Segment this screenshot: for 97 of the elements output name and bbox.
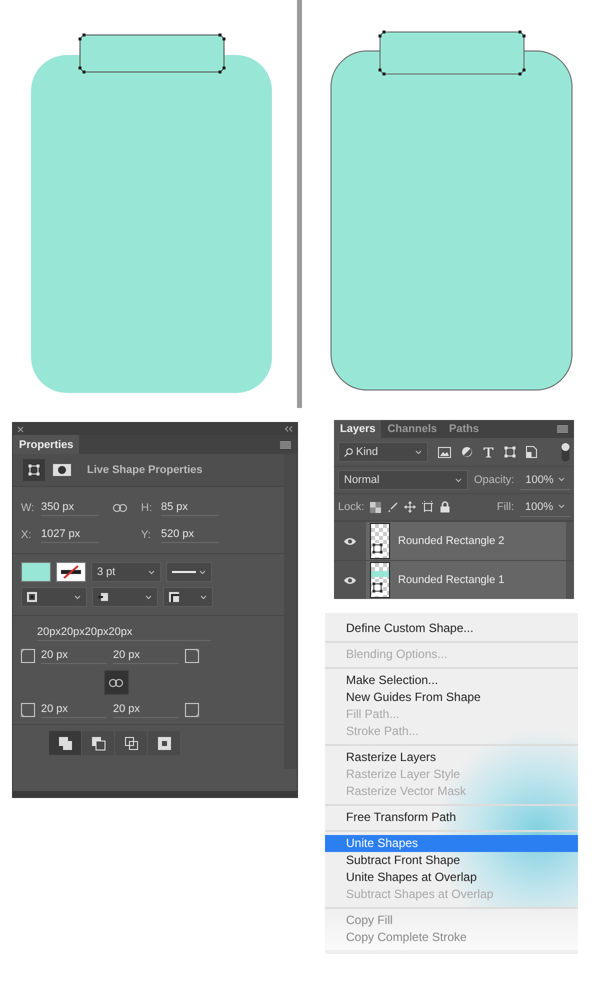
link-corners-button[interactable] [104,670,128,695]
move-icon [404,501,416,513]
stroke-swatch[interactable] [56,562,86,582]
menu-item[interactable]: Unite Shapes at Overlap [325,869,578,886]
menu-item[interactable]: Rasterize Layers [325,749,578,766]
link-icon [113,504,127,512]
panel-tab[interactable]: Paths [443,420,485,438]
scrollbar[interactable] [284,454,297,769]
path-operation-button[interactable] [49,731,82,755]
path-operation-button[interactable] [148,731,181,755]
chevron-down-icon [558,504,565,509]
panel-tab[interactable]: Layers [334,420,382,438]
layer-name: Rounded Rectangle 1 [398,574,504,586]
corner-summary-field[interactable]: 20px20px20px20px [37,624,211,641]
path-operation-icon [58,736,72,750]
input-field[interactable]: 1027 px [41,526,99,543]
shape-bounds-icon [504,446,516,458]
eye-icon [343,536,357,546]
input-field[interactable]: 20 px [113,647,179,664]
type-icon [483,446,494,458]
field-label: W: [21,502,35,514]
field-label: H: [141,502,153,514]
eye-icon [343,576,357,584]
shape-bounds-icon [372,543,383,554]
checkerboard-icon [370,502,382,512]
stroke-align-icon [27,592,37,602]
image-icon [438,446,451,458]
chevron-down-icon [145,594,152,600]
path-operation-icon [90,736,106,750]
menu-item[interactable]: New Guides From Shape [325,689,578,706]
menu-item[interactable]: Make Selection... [325,672,578,689]
line-icon [172,571,196,573]
chevron-down-icon [415,450,422,454]
path-operation-icon [124,736,138,750]
lock-icon [440,501,450,513]
fill-swatch[interactable] [21,562,51,582]
chevron-down-icon [199,570,206,574]
menu-icon [557,425,568,433]
menu-item[interactable]: Free Transform Path [325,809,578,826]
field-label: X: [21,528,32,540]
brush-icon [387,502,398,512]
corner-radius-icon [185,702,199,716]
menu-item[interactable]: Define Custom Shape... [325,620,578,637]
path-operation-button[interactable] [82,731,115,755]
stroke-corner-dropdown[interactable] [163,587,213,607]
section-heading: Live Shape Properties [87,464,203,476]
mask-mode-icon [53,464,71,476]
shape-mode-icon[interactable] [23,459,45,481]
menu-icon [280,440,291,448]
close-icon [17,426,24,432]
stroke-width-dropdown[interactable]: 3 pt [91,562,161,582]
layer-name: Rounded Rectangle 2 [398,535,504,547]
stroke-corner-icon [169,592,179,602]
chevron-down-icon [558,477,565,482]
half-circle-icon [461,446,473,458]
path-operation-button[interactable] [115,731,148,755]
shape-preview [371,571,389,577]
stroke-style-dropdown[interactable] [166,562,212,582]
layer-row[interactable]: Rounded Rectangle 2 [366,522,566,560]
collapse-icon [284,426,293,432]
path-operation-icon [156,736,172,750]
chevron-down-icon [148,570,155,574]
smart-object-icon [526,446,537,458]
chevron-down-icon [74,594,81,600]
link-icon [109,678,123,686]
corner-radius-icon [21,648,35,662]
input-field[interactable]: 520 px [161,526,219,543]
panel-tab[interactable]: Properties [13,435,80,454]
shape-bounds-icon [372,582,383,593]
fill-field[interactable]: 100% [520,497,570,517]
filter-toggle-icon [561,442,570,462]
field-label: Fill: [496,501,514,513]
field-label: Y: [141,528,152,540]
artboard-icon [422,501,434,513]
chevron-down-icon [200,594,207,600]
stroke-cap-icon [98,592,108,602]
input-field[interactable]: 350 px [41,499,99,516]
panel-tab[interactable]: Channels [381,420,443,438]
field-label: Lock: [338,501,364,513]
chevron-down-icon [454,478,462,482]
corner-radius-icon [185,648,199,662]
blend-mode-dropdown[interactable]: Normal [338,470,468,490]
field-label: Opacity: [474,474,514,486]
filter-dropdown[interactable]: Kind [338,442,428,462]
opacity-field[interactable]: 100% [520,470,570,490]
input-field[interactable]: 85 px [161,499,219,516]
menu-item[interactable]: Unite Shapes [325,835,578,852]
menu-item[interactable]: Subtract Front Shape [325,852,578,869]
stroke-cap-dropdown[interactable] [92,587,158,607]
search-icon [344,448,353,456]
input-field[interactable]: 20 px [113,701,179,718]
shape-bounds-icon [28,464,40,476]
layer-row[interactable]: Rounded Rectangle 1 [366,561,566,599]
input-field[interactable]: 20 px [41,701,107,718]
input-field[interactable]: 20 px [41,647,107,664]
corner-radius-icon [21,702,35,716]
stroke-align-dropdown[interactable] [21,587,87,607]
